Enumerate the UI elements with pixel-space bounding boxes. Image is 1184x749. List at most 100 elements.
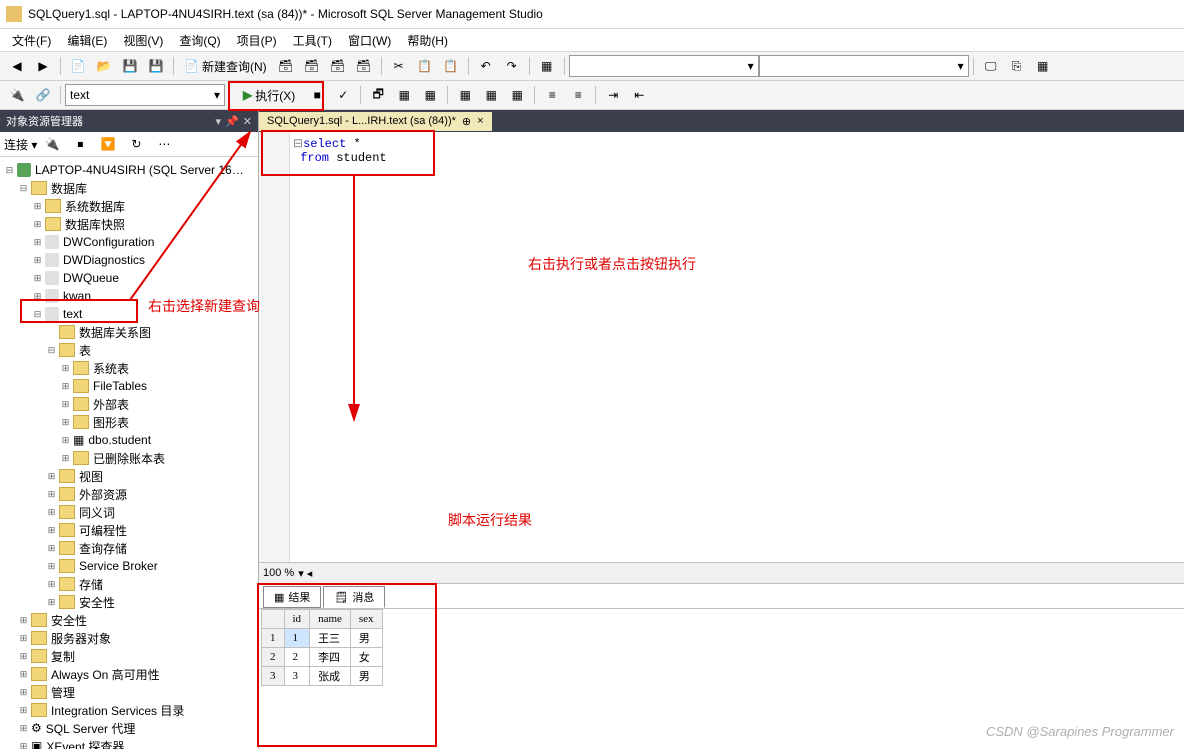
window-title: SQLQuery1.sql - LAPTOP-4NU4SIRH.text (sa… bbox=[28, 7, 543, 21]
save-icon[interactable]: 💾 bbox=[118, 54, 142, 78]
search-combo2[interactable]: ▾ bbox=[759, 55, 969, 77]
close-icon[interactable]: ✕ bbox=[243, 115, 252, 128]
replication-node[interactable]: ⊞复制 bbox=[0, 647, 258, 665]
annotation-box bbox=[20, 299, 138, 323]
copy-icon[interactable]: 📋 bbox=[413, 54, 437, 78]
disconnect-icon[interactable]: 🔌 bbox=[40, 132, 64, 156]
new-query-button[interactable]: 📄 新建查询(N) bbox=[178, 56, 273, 77]
serverobj-node[interactable]: ⊞服务器对象 bbox=[0, 629, 258, 647]
extres-node[interactable]: ⊞外部资源 bbox=[0, 485, 258, 503]
annotation-text: 脚本运行结果 bbox=[448, 510, 532, 530]
outdent-icon[interactable]: ⇤ bbox=[627, 83, 651, 107]
sql-editor[interactable]: ⊟select * from student bbox=[259, 132, 1184, 562]
dwq-node[interactable]: ⊞DWQueue bbox=[0, 269, 258, 287]
alwayson-node[interactable]: ⊞Always On 高可用性 bbox=[0, 665, 258, 683]
title-bar: SQLQuery1.sql - LAPTOP-4NU4SIRH.text (sa… bbox=[0, 0, 1184, 29]
panel-header: 对象资源管理器 ▾ 📌 ✕ bbox=[0, 110, 258, 132]
sysdb-node[interactable]: ⊞系统数据库 bbox=[0, 197, 258, 215]
menu-help[interactable]: 帮助(H) bbox=[399, 30, 456, 51]
pin-icon[interactable]: 📌 bbox=[225, 115, 239, 128]
synonym-node[interactable]: ⊞同义词 bbox=[0, 503, 258, 521]
res2-icon[interactable]: ▦ bbox=[479, 83, 503, 107]
opt1-icon[interactable]: ≡ bbox=[540, 83, 564, 107]
res1-icon[interactable]: ▦ bbox=[453, 83, 477, 107]
parse-icon[interactable]: ✓ bbox=[331, 83, 355, 107]
undo-icon[interactable]: ↶ bbox=[474, 54, 498, 78]
plan-icon[interactable]: 🗗 bbox=[366, 83, 390, 107]
annotation-text: 右击选择新建查询 bbox=[148, 296, 260, 316]
database-combo[interactable]: text▾ bbox=[65, 84, 225, 106]
more-icon[interactable]: ⋯ bbox=[152, 132, 176, 156]
editor-area: SQLQuery1.sql - L...IRH.text (sa (84))*⊕… bbox=[259, 110, 1184, 749]
menu-window[interactable]: 窗口(W) bbox=[340, 30, 399, 51]
app-icon bbox=[6, 6, 22, 22]
conn2-icon[interactable]: 🔗 bbox=[31, 83, 55, 107]
security2-node[interactable]: ⊞安全性 bbox=[0, 611, 258, 629]
indent-icon[interactable]: ⇥ bbox=[601, 83, 625, 107]
dwc-node[interactable]: ⊞DWConfiguration bbox=[0, 233, 258, 251]
agent-node[interactable]: ⊞⚙SQL Server 代理 bbox=[0, 719, 258, 737]
filter-icon[interactable]: 🔽 bbox=[96, 132, 120, 156]
comment-icon[interactable]: ▦ bbox=[535, 54, 559, 78]
menu-tools[interactable]: 工具(T) bbox=[285, 30, 340, 51]
tables-node[interactable]: ⊟表 bbox=[0, 341, 258, 359]
tab-pin-icon[interactable]: ⊕ bbox=[462, 115, 471, 128]
graph-node[interactable]: ⊞图形表 bbox=[0, 413, 258, 431]
saveall-icon[interactable]: 💾 bbox=[144, 54, 168, 78]
querystore-node[interactable]: ⊞查询存储 bbox=[0, 539, 258, 557]
refresh-icon[interactable]: ↻ bbox=[124, 132, 148, 156]
annotation-text: 右击执行或者点击按钮执行 bbox=[528, 254, 696, 274]
new-icon[interactable]: 📄 bbox=[66, 54, 90, 78]
menu-edit[interactable]: 编辑(E) bbox=[59, 30, 115, 51]
stop-conn-icon[interactable]: ⏹ bbox=[68, 132, 92, 156]
tbl3-icon[interactable]: 🗃 bbox=[352, 54, 376, 78]
object-tree: ⊟LAPTOP-4NU4SIRH (SQL Server 16… ⊟数据库 ⊞系… bbox=[0, 157, 258, 749]
xevent-node[interactable]: ⊞▣XEvent 探查器 bbox=[0, 737, 258, 749]
databases-node[interactable]: ⊟数据库 bbox=[0, 179, 258, 197]
annotation-box bbox=[257, 583, 437, 747]
redo-icon[interactable]: ↷ bbox=[500, 54, 524, 78]
prog-node[interactable]: ⊞可编程性 bbox=[0, 521, 258, 539]
plan3-icon[interactable]: ▦ bbox=[418, 83, 442, 107]
paste-icon[interactable]: 📋 bbox=[439, 54, 463, 78]
dropdown-icon[interactable]: ▾ bbox=[216, 115, 222, 128]
tbl2-icon[interactable]: 🗃 bbox=[326, 54, 350, 78]
connect-button[interactable]: 连接 ▾ bbox=[4, 136, 37, 153]
storage-node[interactable]: ⊞存储 bbox=[0, 575, 258, 593]
tbl-icon[interactable]: 🗃 bbox=[300, 54, 324, 78]
ext-icon[interactable]: 🖵 bbox=[979, 54, 1003, 78]
menu-project[interactable]: 项目(P) bbox=[229, 30, 285, 51]
opt2-icon[interactable]: ≡ bbox=[566, 83, 590, 107]
connection-icon[interactable]: 🔌 bbox=[5, 83, 29, 107]
deleted-node[interactable]: ⊞已删除账本表 bbox=[0, 449, 258, 467]
views-node[interactable]: ⊞视图 bbox=[0, 467, 258, 485]
editor-tab[interactable]: SQLQuery1.sql - L...IRH.text (sa (84))*⊕… bbox=[259, 112, 492, 131]
res3-icon[interactable]: ▦ bbox=[505, 83, 529, 107]
cut-icon[interactable]: ✂ bbox=[387, 54, 411, 78]
snapshot-node[interactable]: ⊞数据库快照 bbox=[0, 215, 258, 233]
dbdiagram-node[interactable]: 数据库关系图 bbox=[0, 323, 258, 341]
db-icon[interactable]: 🗃 bbox=[274, 54, 298, 78]
dwd-node[interactable]: ⊞DWDiagnostics bbox=[0, 251, 258, 269]
ext2-icon[interactable]: ⎘ bbox=[1005, 54, 1029, 78]
search-combo[interactable]: ▾ bbox=[569, 55, 759, 77]
ext3-icon[interactable]: ▦ bbox=[1031, 54, 1055, 78]
menu-file[interactable]: 文件(F) bbox=[4, 30, 59, 51]
systables-node[interactable]: ⊞系统表 bbox=[0, 359, 258, 377]
forward-icon[interactable]: ▶ bbox=[31, 54, 55, 78]
external-node[interactable]: ⊞外部表 bbox=[0, 395, 258, 413]
tab-close-icon[interactable]: × bbox=[477, 115, 483, 127]
student-node[interactable]: ⊞▦dbo.student bbox=[0, 431, 258, 449]
menu-query[interactable]: 查询(Q) bbox=[171, 30, 228, 51]
plan2-icon[interactable]: ▦ bbox=[392, 83, 416, 107]
back-icon[interactable]: ◀ bbox=[5, 54, 29, 78]
server-node[interactable]: ⊟LAPTOP-4NU4SIRH (SQL Server 16… bbox=[0, 161, 258, 179]
open-icon[interactable]: 📂 bbox=[92, 54, 116, 78]
security-node[interactable]: ⊞安全性 bbox=[0, 593, 258, 611]
mgmt-node[interactable]: ⊞管理 bbox=[0, 683, 258, 701]
integration-node[interactable]: ⊞Integration Services 目录 bbox=[0, 701, 258, 719]
sb-node[interactable]: ⊞Service Broker bbox=[0, 557, 258, 575]
menu-view[interactable]: 视图(V) bbox=[115, 30, 171, 51]
filetables-node[interactable]: ⊞FileTables bbox=[0, 377, 258, 395]
annotation-box bbox=[261, 130, 435, 176]
